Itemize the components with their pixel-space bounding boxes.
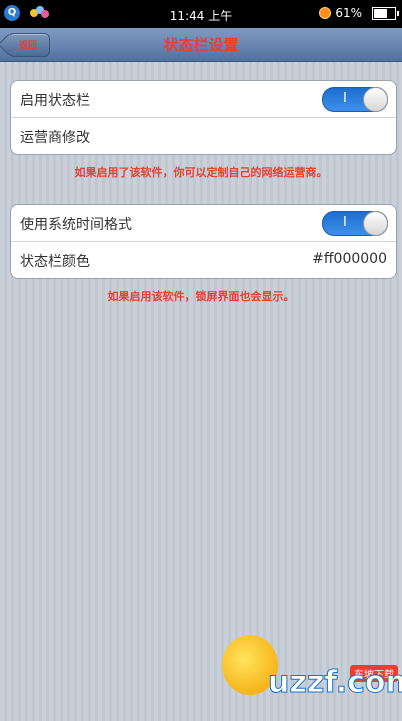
lockscreen-note: 如果启用该软件，锁屏界面也会显示。 [107,290,295,303]
statusbar-color-label: 状态栏颜色 [20,254,90,270]
battery-percent: 61% [335,6,362,20]
nav-bar: 返回 状态栏设置 [0,28,402,62]
enable-statusbar-row[interactable]: 启用状态栏 I [11,81,396,117]
watermark-logo: 东坡下载 uzzf.com [222,635,402,721]
system-time-format-row[interactable]: 使用系统时间格式 I [11,205,396,241]
toggle-knob [363,211,388,236]
statusbar-color-row[interactable]: 状态栏颜色 #ff000000 [11,241,396,278]
toggle-knob [363,87,388,112]
power-saving-icon [319,7,332,19]
toggle-on-indicator: I [343,215,347,230]
toggle-on-indicator: I [343,91,347,106]
system-time-format-toggle[interactable]: I [322,211,388,236]
settings-content[interactable]: 启用状态栏 I 运营商修改 如果启用了该软件，你可以定制自己的网络运营商。 使用… [0,62,402,721]
enable-statusbar-label: 启用状态栏 [20,93,90,109]
status-right-icons: 61% [319,6,399,20]
status-bar: Q 11:44 上午 61% [0,0,402,28]
watermark-brand: uzzf.com [268,665,402,701]
carrier-edit-row[interactable]: 运营商修改 [11,117,396,154]
back-button-label: 返回 [19,41,38,51]
enable-statusbar-toggle[interactable]: I [322,87,388,112]
page-title: 状态栏设置 [163,36,239,54]
settings-group-statusbar: 启用状态栏 I 运营商修改 [10,80,397,155]
battery-icon [372,6,399,20]
settings-group-time: 使用系统时间格式 I 状态栏颜色 #ff000000 [10,204,397,279]
carrier-note: 如果启用了该软件，你可以定制自己的网络运营商。 [74,166,328,179]
system-time-format-label: 使用系统时间格式 [20,217,132,233]
statusbar-color-value: #ff000000 [312,251,387,267]
carrier-edit-label: 运营商修改 [20,130,90,146]
